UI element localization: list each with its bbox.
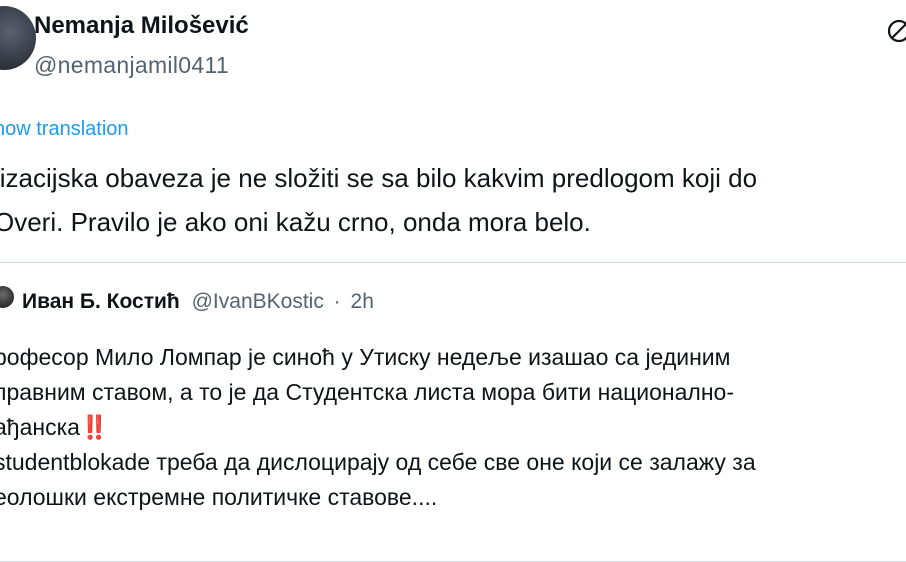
- author-handle[interactable]: @nemanjamil0411: [34, 52, 229, 79]
- tweet-text: lizacijska obaveza je ne složiti se sa b…: [0, 156, 906, 244]
- quoted-line: studentblokade треба да дислоцирају од с…: [0, 449, 756, 475]
- author-name[interactable]: Nemanja Milošević: [34, 12, 249, 40]
- author-avatar[interactable]: [0, 6, 36, 70]
- separator-dot: ·: [333, 290, 341, 313]
- quoted-tweet-header: Иван Б. Костић @IvanBKostic · 2h: [22, 290, 374, 314]
- quoted-author-name: Иван Б. Костић: [22, 290, 180, 313]
- quoted-line: правним ставом, а то је да Студентска ли…: [0, 379, 734, 405]
- tweet-line: lizacijska obaveza je ne složiti se sa b…: [0, 163, 758, 193]
- quoted-line-text: ађанска: [0, 414, 80, 440]
- tweet-line: Overi. Pravilo je ako oni kažu crno, ond…: [0, 207, 591, 237]
- quoted-author-handle: @IvanBKostic: [191, 290, 324, 313]
- quoted-tweet-text: рофесор Мило Ломпар је синоћ у Утиску не…: [0, 340, 906, 515]
- quoted-line: ађанска‼️: [0, 410, 906, 445]
- show-translation-link[interactable]: how translation: [0, 118, 129, 141]
- double-exclamation-icon: ‼️: [79, 414, 109, 440]
- quoted-line: рофесор Мило Ломпар је синоћ у Утиску не…: [0, 344, 731, 370]
- grok-icon[interactable]: [886, 18, 906, 44]
- quoted-line: еолошки екстремне политичке ставове....: [0, 484, 438, 510]
- quoted-timestamp: 2h: [350, 290, 374, 313]
